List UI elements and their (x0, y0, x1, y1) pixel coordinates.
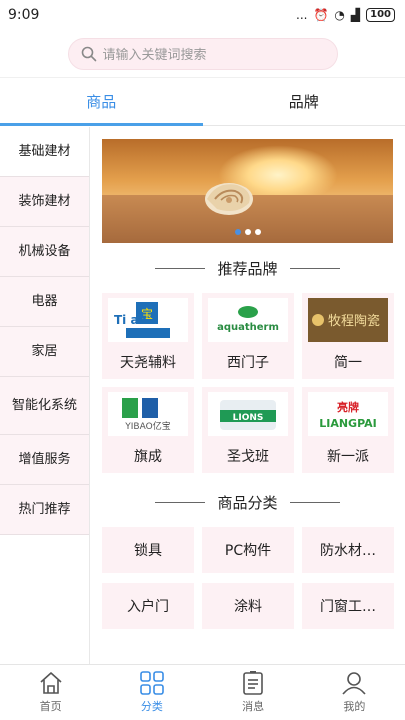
divider (155, 501, 206, 503)
brand-logo: 亮牌 LIANGPAI (308, 392, 388, 436)
tianyao-logo: 宝 Ti ao (114, 302, 170, 338)
brand-logo: YIBAO亿宝 (108, 392, 188, 436)
sidebar-item-basic-materials[interactable]: 基础建材 (0, 127, 89, 177)
svg-text:亮牌: 亮牌 (337, 400, 359, 414)
svg-text:LIANGPAI: LIANGPAI (319, 417, 377, 430)
liangpai-logo: 亮牌 LIANGPAI (319, 400, 377, 430)
nav-label: 消息 (242, 700, 265, 713)
section-title: 推荐品牌 (217, 259, 278, 278)
divider (289, 267, 340, 269)
nav-home[interactable]: 首页 (0, 665, 101, 720)
tab-bar: 商品 品牌 (0, 78, 405, 126)
user-icon (342, 672, 366, 695)
nav-label: 分类 (140, 700, 163, 713)
alarm-icon: ⏰ (313, 8, 329, 22)
sidebar-item-appliances[interactable]: 电器 (0, 277, 89, 327)
divider (155, 267, 206, 269)
svg-text:aquatherm: aquatherm (217, 322, 279, 333)
main-panel: 推荐品牌 宝 Ti ao 天尧辅料 aquatherm 西门子 牧程陶瓷 简一 … (90, 127, 405, 665)
brand-card-tianyao[interactable]: 宝 Ti ao 天尧辅料 (102, 293, 194, 379)
brand-name: 旗成 (134, 449, 162, 465)
nav-label: 我的 (343, 700, 366, 713)
battery-icon: 100 (366, 8, 395, 22)
muchen-logo: 牧程陶瓷 (312, 313, 380, 329)
svg-text:YIBAO亿宝: YIBAO亿宝 (124, 420, 170, 432)
brand-card-xinyipai[interactable]: 亮牌 LIANGPAI 新一派 (302, 387, 394, 473)
sidebar-item-decoration-materials[interactable]: 装饰建材 (0, 177, 89, 227)
more-dots-icon: ... (296, 8, 308, 22)
banner-dot[interactable] (234, 229, 241, 235)
bottom-nav: 首页 分类 消息 我的 (0, 664, 405, 720)
status-time: 9:09 (8, 7, 40, 23)
sidebar-item-home[interactable]: 家居 (0, 327, 89, 377)
yibao-logo: YIBAO亿宝 (122, 398, 171, 432)
sidebar-item-value-services[interactable]: 增值服务 (0, 435, 89, 485)
search-icon (81, 46, 96, 61)
banner-dot[interactable] (254, 229, 261, 235)
tab-products[interactable]: 商品 (0, 78, 203, 126)
category-item-windows-doors[interactable]: 门窗工… (302, 583, 394, 629)
brand-name: 简一 (334, 355, 362, 371)
brand-card-saint-gobain[interactable]: LIONS 圣戈班 (202, 387, 294, 473)
category-item-pc-components[interactable]: PC构件 (202, 527, 294, 573)
brand-card-qicheng[interactable]: YIBAO亿宝 旗成 (102, 387, 194, 473)
content-area: 基础建材 装饰建材 机械设备 电器 家居 智能化系统 增值服务 热门推荐 推荐品… (0, 127, 405, 665)
brand-grid: 宝 Ti ao 天尧辅料 aquatherm 西门子 牧程陶瓷 简一 YIBAO… (102, 293, 394, 473)
category-grid: 锁具 PC构件 防水材… 入户门 涂料 门窗工… (102, 527, 394, 629)
brand-name: 圣戈班 (227, 449, 269, 465)
category-item-locks[interactable]: 锁具 (102, 527, 194, 573)
section-title: 商品分类 (217, 493, 278, 512)
category-item-coatings[interactable]: 涂料 (202, 583, 294, 629)
promo-banner[interactable] (102, 139, 393, 243)
seashell-image (205, 183, 253, 215)
svg-text:牧程陶瓷: 牧程陶瓷 (328, 313, 380, 329)
message-icon (243, 671, 263, 695)
tab-brands[interactable]: 品牌 (203, 78, 405, 125)
wifi-icon: ◔ (334, 8, 345, 22)
brand-name: 天尧辅料 (120, 355, 176, 371)
search-input[interactable]: 请输入关键词搜索 (67, 37, 338, 70)
category-sidebar: 基础建材 装饰建材 机械设备 电器 家居 智能化系统 增值服务 热门推荐 (0, 127, 90, 665)
nav-profile[interactable]: 我的 (304, 665, 405, 720)
divider (289, 501, 340, 503)
sidebar-item-machinery[interactable]: 机械设备 (0, 227, 89, 277)
brand-card-jianyi[interactable]: 牧程陶瓷 简一 (302, 293, 394, 379)
search-bar: 请输入关键词搜索 (0, 30, 405, 78)
category-item-waterproof[interactable]: 防水材… (302, 527, 394, 573)
brand-logo: LIONS (208, 392, 288, 436)
brand-name: 西门子 (227, 355, 269, 371)
svg-text:LIONS: LIONS (233, 413, 264, 423)
status-bar: 9:09 ... ⏰ ◔ ▟ 100 (0, 0, 405, 30)
product-category-header: 商品分类 (102, 477, 393, 527)
brand-card-siemens[interactable]: aquatherm 西门子 (202, 293, 294, 379)
brand-logo: 牧程陶瓷 (308, 298, 388, 342)
nav-label: 首页 (39, 700, 62, 713)
search-placeholder: 请输入关键词搜索 (102, 48, 207, 63)
sidebar-item-hot-picks[interactable]: 热门推荐 (0, 485, 89, 535)
home-icon (40, 672, 62, 694)
grid-icon (140, 671, 164, 695)
recommended-brands-header: 推荐品牌 (102, 243, 393, 293)
sidebar-item-smart-systems[interactable]: 智能化系统 (0, 377, 89, 435)
nav-messages[interactable]: 消息 (203, 665, 304, 720)
status-icons: ... ⏰ ◔ ▟ 100 (296, 8, 395, 22)
banner-dot[interactable] (244, 229, 251, 235)
nav-category[interactable]: 分类 (101, 665, 202, 720)
brand-name: 新一派 (327, 449, 369, 465)
svg-text:Ti ao: Ti ao (114, 313, 147, 327)
signal-icon: ▟ (350, 8, 361, 22)
category-item-entry-doors[interactable]: 入户门 (102, 583, 194, 629)
brand-logo: aquatherm (208, 298, 288, 342)
brand-logo: 宝 Ti ao (108, 298, 188, 342)
aquatherm-logo: aquatherm (217, 306, 279, 333)
banner-pagination (234, 229, 261, 235)
lions-logo: LIONS (220, 400, 276, 430)
